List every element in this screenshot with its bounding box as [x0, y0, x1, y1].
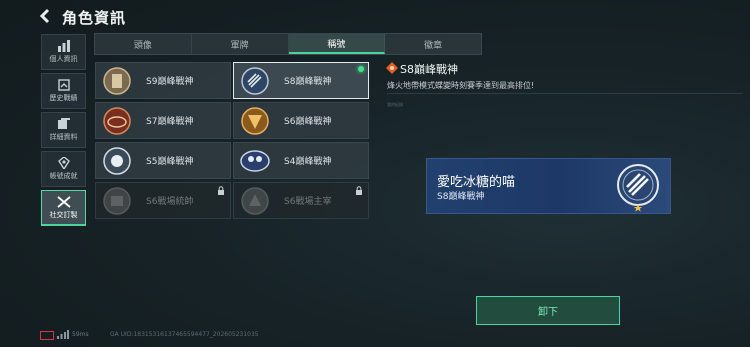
title-name: S4巔峰戰神	[284, 157, 332, 167]
ping-text: 59ms	[72, 331, 89, 338]
battery-icon	[40, 331, 54, 340]
page-title: 角色資訊	[62, 9, 127, 27]
sidebar-item-label: 帳號成就	[49, 172, 78, 180]
history-icon	[57, 79, 70, 91]
s7-emblem-icon	[103, 106, 131, 135]
tab-avatar[interactable]: 頭像	[95, 34, 192, 54]
commander-emblem-icon	[103, 186, 131, 215]
tab-badge[interactable]: 徽章	[385, 34, 481, 54]
player-name: 愛吃冰糖的喵	[437, 175, 516, 190]
back-arrow-icon[interactable]	[38, 8, 56, 26]
sidebar-item-profile[interactable]: 個人資訊	[41, 34, 86, 70]
s8-emblem-icon	[617, 164, 659, 212]
detail-caption: 我的紀錄	[387, 102, 403, 107]
title-name: S8巔峰戰神	[284, 77, 332, 87]
title-card-ruler[interactable]: S6戰場主宰	[233, 182, 369, 219]
title-card-s6[interactable]: S6巔峰戰神	[233, 102, 369, 139]
title-card-s4[interactable]: S4巔峰戰神	[233, 142, 369, 179]
ruler-emblem-icon	[241, 186, 269, 215]
title-card-s8[interactable]: S8巔峰戰神	[233, 62, 369, 99]
nameplate-title: S8巔峰戰神	[437, 192, 485, 202]
sidebar-item-label: 詳細資料	[49, 133, 78, 141]
bar-chart-icon	[57, 40, 70, 52]
title-card-s7[interactable]: S7巔峰戰神	[95, 102, 231, 139]
uid-text: GA UID:18315316137465594477_202605231035	[110, 331, 259, 338]
title-name: S9巔峰戰神	[146, 77, 194, 87]
title-name: S5巔峰戰神	[146, 157, 194, 167]
sidebar-item-social[interactable]: 社交訂製	[41, 190, 86, 226]
divider	[387, 93, 743, 94]
sidebar-item-history[interactable]: 歷史戰績	[41, 73, 86, 109]
s5-emblem-icon	[103, 146, 131, 175]
sidebar-item-label: 歷史戰績	[49, 94, 78, 102]
detail-description: 烽火地帶模式蝶變時刻賽季達到最高排位!	[387, 81, 535, 90]
lock-icon	[218, 186, 224, 195]
title-card-s9[interactable]: S9巔峰戰神	[95, 62, 231, 99]
unequip-button[interactable]: 卸下	[476, 296, 620, 325]
s6-emblem-icon	[241, 106, 269, 135]
sidebar-item-details[interactable]: 詳細資料	[41, 112, 86, 148]
title-card-s5[interactable]: S5巔峰戰神	[95, 142, 231, 179]
signal-icon	[57, 330, 69, 339]
s8-emblem-icon	[241, 66, 269, 95]
title-name: S6巔峰戰神	[284, 117, 332, 127]
s9-emblem-icon	[103, 66, 131, 95]
cards-icon	[57, 118, 70, 129]
sidebar-item-label: 個人資訊	[49, 55, 78, 63]
sidebar-item-label: 社交訂製	[49, 211, 78, 219]
tab-dogtag[interactable]: 軍牌	[192, 34, 289, 54]
sidebar-item-achievements[interactable]: 帳號成就	[41, 151, 86, 187]
tab-title[interactable]: 稱號	[288, 34, 386, 54]
detail-title: S8巔峰戰神	[400, 63, 458, 76]
equipped-indicator	[358, 66, 364, 72]
tab-bar: 頭像 軍牌 稱號 徽章	[94, 33, 482, 55]
achievement-icon	[57, 157, 70, 169]
tools-icon	[56, 196, 71, 208]
title-name: S6戰場統帥	[146, 197, 194, 207]
lock-icon	[356, 186, 362, 195]
title-name: S6戰場主宰	[284, 197, 332, 207]
title-name: S7巔峰戰神	[146, 117, 194, 127]
s4-emblem-icon	[240, 149, 270, 172]
title-card-commander[interactable]: S6戰場統帥	[95, 182, 231, 219]
title-diamond-icon	[386, 62, 398, 74]
